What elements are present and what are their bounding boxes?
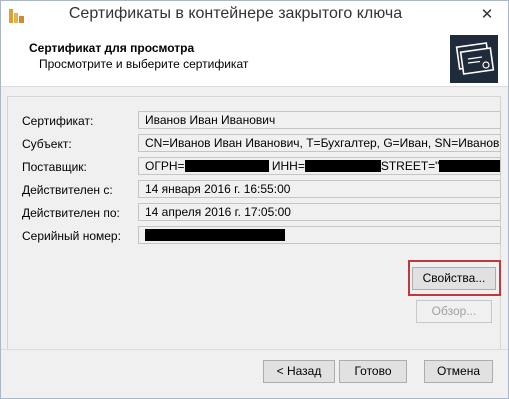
header-title: Сертификат для просмотра <box>29 41 195 55</box>
redaction-bar <box>304 159 381 172</box>
close-icon[interactable]: ✕ <box>470 3 504 27</box>
serial-field <box>138 226 501 244</box>
issuer-field: ОГРН= ИНН= STREET=" <box>138 157 501 175</box>
issuer-label: Поставщик: <box>22 160 87 174</box>
certificate-icon <box>450 35 498 83</box>
dialog-header: Сертификат для просмотра Просмотрите и в… <box>1 31 508 87</box>
header-subtitle: Просмотрите и выберите сертификат <box>39 57 249 71</box>
window-title: Сертификаты в контейнере закрытого ключа <box>68 5 403 22</box>
certificate-field: Иванов Иван Иванович <box>138 111 501 129</box>
certificate-dialog: Сертификаты в контейнере закрытого ключа… <box>0 0 509 399</box>
title-bar: Сертификаты в контейнере закрытого ключа… <box>1 1 508 31</box>
valid-to-field: 14 апреля 2016 г. 17:05:00 <box>138 203 501 221</box>
valid-from-field: 14 января 2016 г. 16:55:00 <box>138 180 501 198</box>
redaction-bar <box>145 228 285 241</box>
back-button[interactable]: < Назад <box>263 360 335 383</box>
cancel-button[interactable]: Отмена <box>424 360 493 383</box>
subject-field: CN=Иванов Иван Иванович, T=Бухгалтер, G=… <box>138 134 501 152</box>
valid-to-label: Действителен по: <box>22 206 120 220</box>
serial-label: Серийный номер: <box>22 229 121 243</box>
properties-button[interactable]: Свойства... <box>412 267 496 290</box>
issuer-street-label: STREET=" <box>380 159 440 173</box>
issuer-ogrn-label: ОГРН= <box>145 159 185 173</box>
subject-label: Субъект: <box>22 137 72 151</box>
redaction-bar <box>439 159 500 172</box>
redaction-bar <box>184 159 269 172</box>
issuer-inn-label: ИНН= <box>271 159 305 173</box>
finish-button[interactable]: Готово <box>339 360 407 383</box>
dialog-footer: < Назад Готово Отмена <box>1 349 508 398</box>
valid-from-label: Действителен с: <box>22 183 113 197</box>
browse-button[interactable]: Обзор... <box>416 300 492 323</box>
certificate-label: Сертификат: <box>22 114 94 128</box>
